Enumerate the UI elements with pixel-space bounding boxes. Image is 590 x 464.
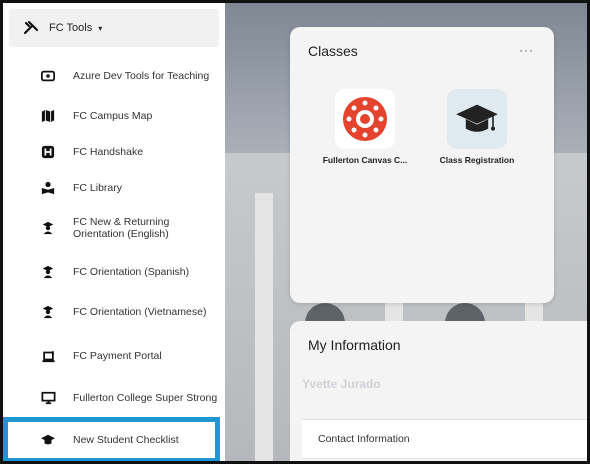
canvas-logo-icon (335, 89, 395, 149)
app-tile-label: Class Registration (439, 155, 515, 165)
sidebar-item-super-strong[interactable]: Fullerton College Super Strong (3, 381, 225, 415)
svg-text:$: $ (51, 350, 54, 356)
id-badge-icon (40, 68, 56, 84)
chevron-down-icon: ▾ (98, 23, 103, 33)
contact-information-section[interactable]: Contact Information (302, 419, 587, 459)
app-window: FC Tools ▾ Azure Dev Tools for Teaching … (0, 0, 590, 464)
sidebar-item-label: FC Library (73, 181, 123, 194)
section-label: Contact Information (318, 433, 410, 445)
handshake-icon (40, 144, 56, 160)
sidebar-item-label: FC New & Returning Orientation (English) (73, 215, 170, 241)
sidebar-header-fc-tools[interactable]: FC Tools ▾ (9, 9, 219, 47)
sidebar-item-label: Fullerton College Super Strong (73, 391, 218, 404)
sidebar-item-new-student-checklist[interactable]: New Student Checklist (3, 417, 220, 461)
more-options-icon[interactable]: ··· (519, 43, 534, 57)
graduate-icon (40, 304, 56, 320)
desktop-icon (40, 390, 56, 406)
book-reader-icon (40, 180, 56, 196)
sidebar-item-label: FC Campus Map (73, 109, 153, 122)
payment-icon: $ (40, 348, 56, 364)
sidebar-item-campus-map[interactable]: FC Campus Map (3, 99, 225, 133)
app-tile-label: Fullerton Canvas C... (322, 155, 408, 165)
sidebar-item-library[interactable]: FC Library (3, 171, 225, 205)
sidebar-item-azure-dev-tools[interactable]: Azure Dev Tools for Teaching (3, 59, 225, 93)
my-information-card: My Information Yvette Jurado Contact Inf… (290, 321, 587, 461)
app-tile-class-registration[interactable]: Class Registration (422, 89, 532, 165)
sidebar-item-label: FC Payment Portal (73, 349, 162, 362)
sidebar-item-label: FC Handshake (73, 145, 144, 158)
card-title: Classes (308, 43, 358, 59)
graduation-cap-icon (447, 89, 507, 149)
user-name: Yvette Jurado (302, 377, 381, 391)
sidebar-item-handshake[interactable]: FC Handshake (3, 135, 225, 169)
sidebar-item-label: FC Orientation (Vietnamese) (73, 305, 207, 318)
sidebar-item-orientation-spanish[interactable]: FC Orientation (Spanish) (3, 255, 225, 289)
sidebar-item-orientation-vietnamese[interactable]: FC Orientation (Vietnamese) (3, 295, 225, 329)
sidebar-item-label: Azure Dev Tools for Teaching (73, 69, 210, 82)
sidebar-item-orientation-english[interactable]: FC New & Returning Orientation (English) (3, 211, 225, 245)
sidebar: FC Tools ▾ Azure Dev Tools for Teaching … (3, 3, 225, 461)
sidebar-item-label: FC Orientation (Spanish) (73, 265, 190, 278)
card-title: My Information (308, 337, 401, 353)
graduate-icon (40, 264, 56, 280)
classes-card: Classes ··· Fullerton Canvas C... Class … (290, 27, 554, 303)
graduate-icon (40, 220, 56, 236)
app-tile-fullerton-canvas[interactable]: Fullerton Canvas C... (310, 89, 420, 165)
building-column (255, 193, 273, 461)
graduation-cap-icon (40, 432, 56, 448)
map-icon (40, 108, 56, 124)
sidebar-item-label: New Student Checklist (73, 433, 179, 446)
sidebar-header-label: FC Tools (49, 22, 93, 34)
tools-icon (23, 20, 39, 35)
sidebar-item-payment-portal[interactable]: $ FC Payment Portal (3, 339, 225, 373)
